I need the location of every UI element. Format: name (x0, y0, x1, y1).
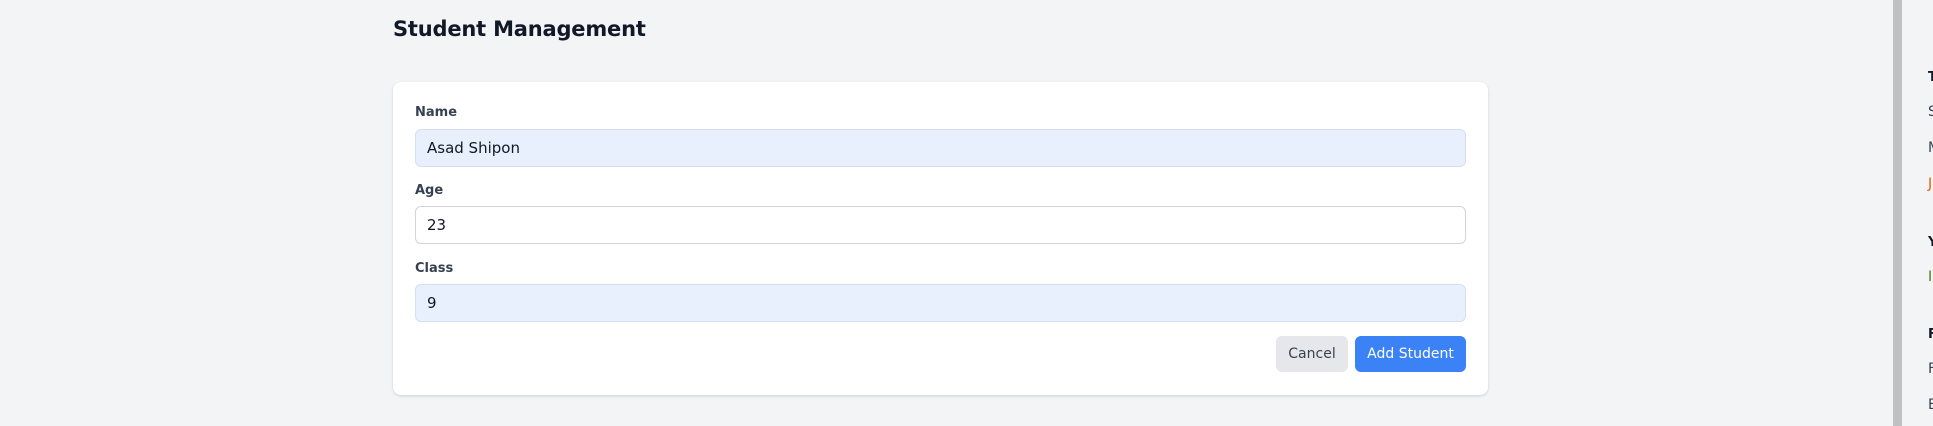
side-panel-line: M (1928, 140, 1933, 156)
side-panel-line: E (1928, 397, 1933, 413)
age-label: Age (415, 183, 444, 198)
side-panel-line[interactable]: J (1928, 176, 1932, 192)
age-input[interactable] (415, 206, 1466, 244)
side-panel-line: F (1928, 327, 1933, 342)
page-title: Student Management (393, 17, 646, 41)
cancel-button[interactable]: Cancel (1276, 336, 1348, 372)
name-label: Name (415, 105, 458, 120)
side-panel-line: T (1928, 70, 1933, 85)
side-panel-line[interactable]: I (1928, 269, 1932, 285)
student-form: Name Age Class Cancel Add Student (393, 82, 1488, 395)
class-label: Class (415, 261, 454, 276)
side-panel: T S M J Y I F F E (1902, 0, 1933, 426)
class-input[interactable] (415, 284, 1466, 322)
name-input[interactable] (415, 129, 1466, 167)
vertical-scrollbar[interactable] (1893, 0, 1902, 426)
page: Student Management Name Age Class Cancel… (0, 0, 1933, 426)
side-panel-line: S (1928, 104, 1933, 120)
add-student-button[interactable]: Add Student (1355, 336, 1466, 372)
side-panel-line: Y (1928, 235, 1933, 250)
side-panel-line: F (1928, 361, 1933, 377)
